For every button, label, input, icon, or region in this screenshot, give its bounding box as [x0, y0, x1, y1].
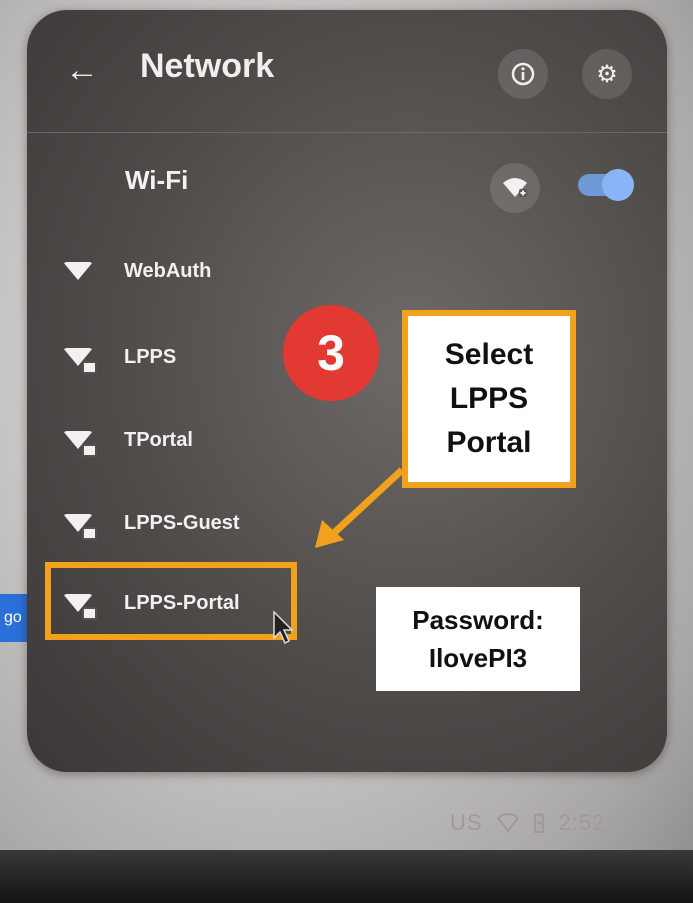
monitor-bezel — [0, 850, 693, 903]
info-icon — [511, 62, 535, 86]
wifi-signal-icon — [58, 251, 98, 291]
wifi-locked-icon — [58, 420, 98, 460]
gear-icon: ⚙ — [596, 60, 618, 88]
wifi-add-icon — [503, 178, 527, 197]
mouse-cursor-icon — [273, 610, 294, 645]
password-note: Password: IlovePI3 — [376, 587, 580, 691]
arrow-left-icon: ← — [65, 51, 99, 89]
network-name: TPortal — [124, 428, 193, 451]
network-name: LPPS-Guest — [124, 511, 240, 534]
battery-icon — [533, 813, 544, 833]
step-number-badge: 3 — [283, 305, 379, 401]
keyboard-layout-label: US — [450, 810, 483, 835]
network-item-lpps-guest[interactable]: LPPS-Guest — [58, 499, 240, 547]
network-item-tportal[interactable]: TPortal — [58, 416, 193, 464]
instruction-callout: Select LPPS Portal — [402, 310, 576, 488]
wifi-locked-icon — [58, 503, 98, 543]
network-item-webauth[interactable]: WebAuth — [58, 247, 211, 295]
status-tray[interactable]: US 2:52 — [450, 806, 605, 840]
toggle-knob — [602, 169, 634, 201]
back-button[interactable]: ← — [65, 50, 105, 90]
wifi-section-title: Wi-Fi — [125, 165, 189, 195]
highlight-box — [45, 562, 297, 640]
network-name: WebAuth — [124, 259, 212, 282]
add-network-button[interactable] — [490, 163, 540, 213]
wifi-toggle[interactable] — [578, 169, 634, 201]
wifi-locked-icon — [58, 337, 98, 377]
network-item-lpps[interactable]: LPPS — [58, 333, 176, 381]
settings-button[interactable]: ⚙ — [582, 49, 632, 99]
clock: 2:52 — [558, 810, 606, 835]
network-name: LPPS — [124, 345, 177, 368]
wifi-status-icon — [496, 813, 519, 833]
info-button[interactable] — [498, 49, 548, 99]
header-divider — [27, 132, 667, 133]
page-title: Network — [140, 47, 275, 85]
